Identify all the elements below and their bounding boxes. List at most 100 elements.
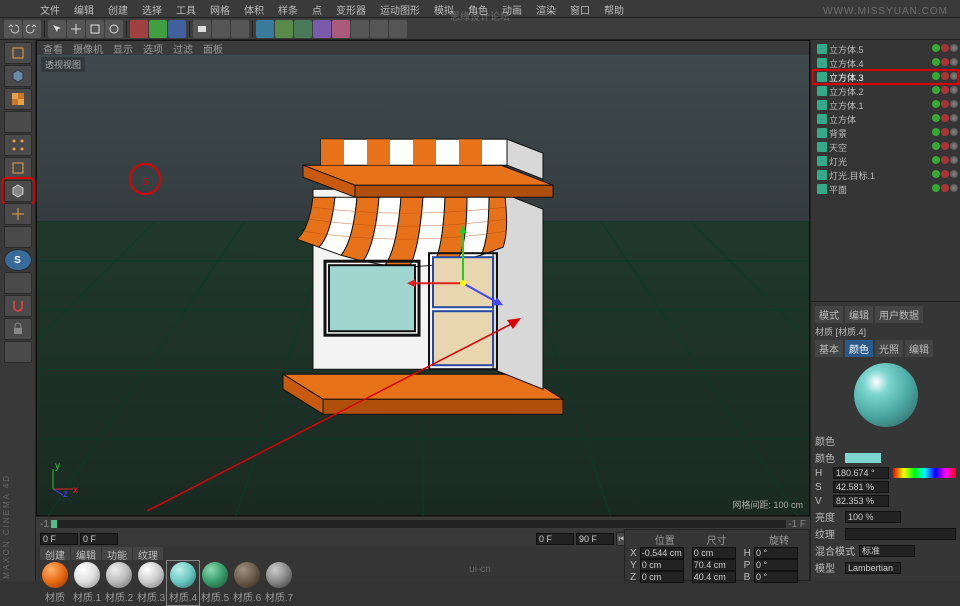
tl-start2-input[interactable] xyxy=(536,533,574,545)
object-row[interactable]: 立方体.4 xyxy=(813,56,958,70)
object-flags[interactable] xyxy=(931,58,958,69)
object-flags[interactable] xyxy=(931,184,958,195)
object-row[interactable]: 立方体.3 xyxy=(813,70,958,84)
sat-input[interactable] xyxy=(833,481,889,493)
object-row[interactable]: 立方体.2 xyxy=(813,84,958,98)
object-flags[interactable] xyxy=(931,156,958,167)
timeline-track[interactable] xyxy=(51,520,786,528)
material-slot[interactable]: 材质.2 xyxy=(104,562,134,604)
y-lock-icon[interactable] xyxy=(149,20,167,38)
texture-input[interactable] xyxy=(845,528,956,540)
mixmode-input[interactable] xyxy=(859,545,915,557)
object-row[interactable]: 灯光.目标.1 xyxy=(813,168,958,182)
menu-样条[interactable]: 样条 xyxy=(278,2,298,15)
model-mode-icon[interactable] xyxy=(4,65,32,87)
menu-窗口[interactable]: 窗口 xyxy=(570,2,590,15)
render-region-icon[interactable] xyxy=(212,20,230,38)
material-slot[interactable]: 材质.6 xyxy=(232,562,262,604)
texture-mode-icon[interactable] xyxy=(4,88,32,110)
light-icon[interactable] xyxy=(389,20,407,38)
menu-角色[interactable]: 角色 xyxy=(468,2,488,15)
menu-体积[interactable]: 体积 xyxy=(244,2,264,15)
environment-icon[interactable] xyxy=(351,20,369,38)
val-input[interactable] xyxy=(833,495,889,507)
redo-icon[interactable] xyxy=(23,20,41,38)
menu-运动图形[interactable]: 运动图形 xyxy=(380,2,420,15)
object-axis-icon[interactable] xyxy=(4,111,32,133)
object-flags[interactable] xyxy=(931,170,958,181)
brightness-input[interactable] xyxy=(845,511,901,523)
menu-文件[interactable]: 文件 xyxy=(40,2,60,15)
cube-primitive-icon[interactable] xyxy=(256,20,274,38)
magnet-icon[interactable] xyxy=(4,295,32,317)
material-slot[interactable]: 材质.1 xyxy=(72,562,102,604)
menu-渲染[interactable]: 渲染 xyxy=(536,2,556,15)
dual-cube-icon[interactable] xyxy=(4,341,32,363)
object-row[interactable]: 立方体 xyxy=(813,112,958,126)
point-mode-icon[interactable] xyxy=(4,134,32,156)
vpmenu-显示[interactable]: 显示 xyxy=(113,41,133,55)
move-icon[interactable] xyxy=(67,20,85,38)
attribute-manager[interactable]: 模式编辑用户数据 材质 [材质.4] 基本颜色光照编辑 颜色 颜色 H S V … xyxy=(811,301,960,581)
object-flags[interactable] xyxy=(931,128,958,139)
polygon-mode-icon[interactable] xyxy=(4,180,32,202)
viewport[interactable]: 查看摄像机显示选项过滤面板 透视视图 xyxy=(36,40,810,516)
menu-网格[interactable]: 网格 xyxy=(210,2,230,15)
vpmenu-面板[interactable]: 面板 xyxy=(203,41,223,55)
material-slot[interactable]: 材质.4 xyxy=(168,562,198,604)
viewport-solo-icon[interactable] xyxy=(4,226,32,248)
material-slot[interactable]: 材质.3 xyxy=(136,562,166,604)
x-lock-icon[interactable] xyxy=(130,20,148,38)
make-editable-icon[interactable] xyxy=(4,42,32,64)
vpmenu-选项[interactable]: 选项 xyxy=(143,41,163,55)
edge-mode-icon[interactable] xyxy=(4,157,32,179)
object-flags[interactable] xyxy=(931,72,958,83)
menu-选择[interactable]: 选择 xyxy=(142,2,162,15)
nurbs-icon[interactable] xyxy=(294,20,312,38)
material-slot[interactable]: 材质 xyxy=(40,562,70,604)
object-flags[interactable] xyxy=(931,44,958,55)
menu-模拟[interactable]: 模拟 xyxy=(434,2,454,15)
hue-input[interactable] xyxy=(833,467,889,479)
object-row[interactable]: 灯光 xyxy=(813,154,958,168)
z-lock-icon[interactable] xyxy=(168,20,186,38)
workplane-icon[interactable] xyxy=(4,272,32,294)
vpmenu-查看[interactable]: 查看 xyxy=(43,41,63,55)
menu-点[interactable]: 点 xyxy=(312,2,322,15)
object-row[interactable]: 背景 xyxy=(813,126,958,140)
object-flags[interactable] xyxy=(931,114,958,125)
model-input[interactable] xyxy=(845,562,901,574)
object-row[interactable]: 平面 xyxy=(813,182,958,196)
tl-cur-input[interactable] xyxy=(80,533,118,545)
undo-icon[interactable] xyxy=(4,20,22,38)
menu-动画[interactable]: 动画 xyxy=(502,2,522,15)
object-row[interactable]: 立方体.1 xyxy=(813,98,958,112)
object-row[interactable]: 天空 xyxy=(813,140,958,154)
object-flags[interactable] xyxy=(931,142,958,153)
color-swatch[interactable] xyxy=(845,453,881,463)
rotate-icon[interactable] xyxy=(105,20,123,38)
coordinate-manager[interactable]: 位置尺寸旋转 XHYPZB xyxy=(624,529,810,581)
generator-icon[interactable] xyxy=(313,20,331,38)
menu-创建[interactable]: 创建 xyxy=(108,2,128,15)
spline-icon[interactable] xyxy=(275,20,293,38)
snap-toggle-icon[interactable]: S xyxy=(4,249,32,271)
select-icon[interactable] xyxy=(48,20,66,38)
object-flags[interactable] xyxy=(931,86,958,97)
object-manager[interactable]: 立方体.5立方体.4立方体.3立方体.2立方体.1立方体背景天空灯光灯光.目标.… xyxy=(811,40,960,198)
vpmenu-过滤[interactable]: 过滤 xyxy=(173,41,193,55)
material-slot[interactable]: 材质.7 xyxy=(264,562,294,604)
tl-start-input[interactable] xyxy=(40,533,78,545)
material-slot[interactable]: 材质.5 xyxy=(200,562,230,604)
menu-编辑[interactable]: 编辑 xyxy=(74,2,94,15)
menu-帮助[interactable]: 帮助 xyxy=(604,2,624,15)
object-flags[interactable] xyxy=(931,100,958,111)
vpmenu-摄像机[interactable]: 摄像机 xyxy=(73,41,103,55)
lock-icon[interactable] xyxy=(4,318,32,340)
axis-toggle-icon[interactable] xyxy=(4,203,32,225)
render-icon[interactable] xyxy=(193,20,211,38)
scale-icon[interactable] xyxy=(86,20,104,38)
menu-工具[interactable]: 工具 xyxy=(176,2,196,15)
material-preview-ball[interactable] xyxy=(854,363,918,427)
hue-slider[interactable] xyxy=(893,468,956,478)
